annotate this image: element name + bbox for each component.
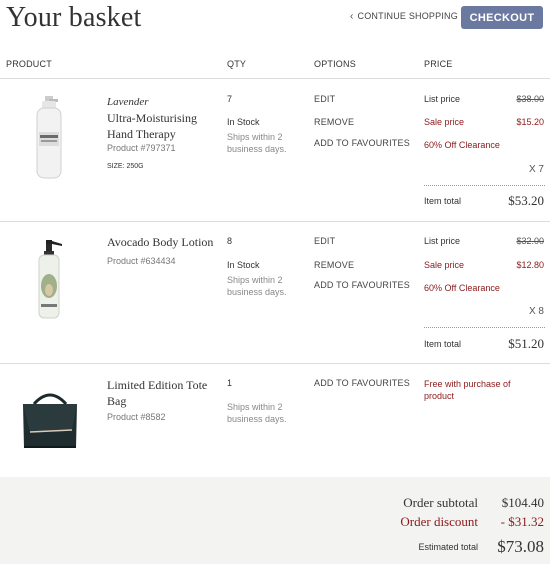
checkout-button[interactable]: CHECKOUT [461,6,543,29]
quantity-multiplier: X 7 [528,164,544,175]
sale-price-label: Sale price [424,117,465,127]
remove-link[interactable]: REMOVE [314,117,354,127]
add-to-favourites-link[interactable]: ADD TO FAVOURITES [314,138,410,148]
product-name-line1: Limited Edition Tote [107,378,208,392]
list-price-label: List price [424,94,461,104]
product-brand: Lavender [107,96,149,108]
item-total-label: Item total [424,339,462,349]
body-lotion-bottle-image [38,240,62,319]
continue-shopping-link[interactable]: ‹ CONTINUE SHOPPING [350,11,458,21]
product-name[interactable]: Limited Edition Tote Bag [107,377,207,409]
column-header-price: PRICE [424,59,453,69]
item-total-label: Item total [424,196,462,206]
price-divider [424,327,545,328]
continue-shopping-label: CONTINUE SHOPPING [357,11,458,21]
clearance-note: 60% Off Clearance [424,140,500,150]
product-size: SIZE: 250G [107,163,144,170]
column-header-product: PRODUCT [6,59,52,69]
price-divider [424,185,545,186]
quantity-value: 1 [227,378,233,388]
add-to-favourites-link[interactable]: ADD TO FAVOURITES [314,280,410,290]
product-name[interactable]: Lavender Ultra-Moisturising Hand Therapy [107,94,197,142]
estimated-total-label: Estimated total [418,542,478,552]
column-header-qty: QTY [227,59,247,69]
item-total-value: $53.20 [508,193,544,208]
stock-status: In Stock [227,260,260,270]
order-discount-label: Order discount [400,514,478,529]
sale-price-label: Sale price [424,260,465,270]
shipping-note: Ships within 2 business days. [227,402,287,424]
tote-bag-image [23,393,77,448]
clearance-note: 60% Off Clearance [424,283,500,293]
edit-link[interactable]: EDIT [314,236,335,246]
product-number: Product #797371 [107,143,176,153]
remove-link[interactable]: REMOVE [314,260,354,270]
quantity-value[interactable]: 8 [227,236,232,246]
item-total-value: $51.20 [508,336,544,351]
order-subtotal-label: Order subtotal [403,495,478,510]
basket-item: Lavender Ultra-Moisturising Hand Therapy… [0,80,550,220]
list-price-label: List price [424,236,461,246]
add-to-favourites-link[interactable]: ADD TO FAVOURITES [314,378,410,388]
product-number: Product #8582 [107,412,166,422]
order-subtotal-value: $104.40 [501,495,544,510]
column-header-options: OPTIONS [314,59,356,69]
list-price-value: $38.00 [516,94,544,104]
free-with-purchase-note: Free with purchase of product [424,379,511,401]
header: Your basket ‹ CONTINUE SHOPPING CHECKOUT [0,0,550,40]
edit-link[interactable]: EDIT [314,94,335,104]
product-name-line1: Avocado Body Lotion [107,235,214,249]
basket-item: Avocado Body Lotion Product #634434 8 In… [0,222,550,362]
product-name[interactable]: Avocado Body Lotion [107,234,213,250]
sale-price-value: $15.20 [516,117,544,127]
sale-price-value: $12.80 [516,260,544,270]
page-title: Your basket [6,2,142,33]
product-number: Product #634434 [107,256,176,266]
shipping-note: Ships within 2 business days. [227,132,287,154]
quantity-multiplier: X 8 [528,306,544,317]
product-name-line2: Hand Therapy [107,127,176,141]
order-discount-value: - $31.32 [500,514,544,529]
hand-cream-bottle-image [36,96,62,179]
chevron-left-icon: ‹ [350,10,354,22]
basket-item: Limited Edition Tote Bag Product #8582 1… [0,364,550,476]
header-divider [0,78,550,79]
order-summary: Order subtotal $104.40 Order discount - … [0,477,550,564]
shipping-note: Ships within 2 business days. [227,275,287,297]
quantity-value[interactable]: 7 [227,94,232,104]
stock-status: In Stock [227,117,260,127]
product-name-line2: Bag [107,394,127,408]
list-price-value: $32.00 [516,236,544,246]
product-name-line1: Ultra-Moisturising [107,111,197,125]
estimated-total-value: $73.08 [497,537,544,556]
